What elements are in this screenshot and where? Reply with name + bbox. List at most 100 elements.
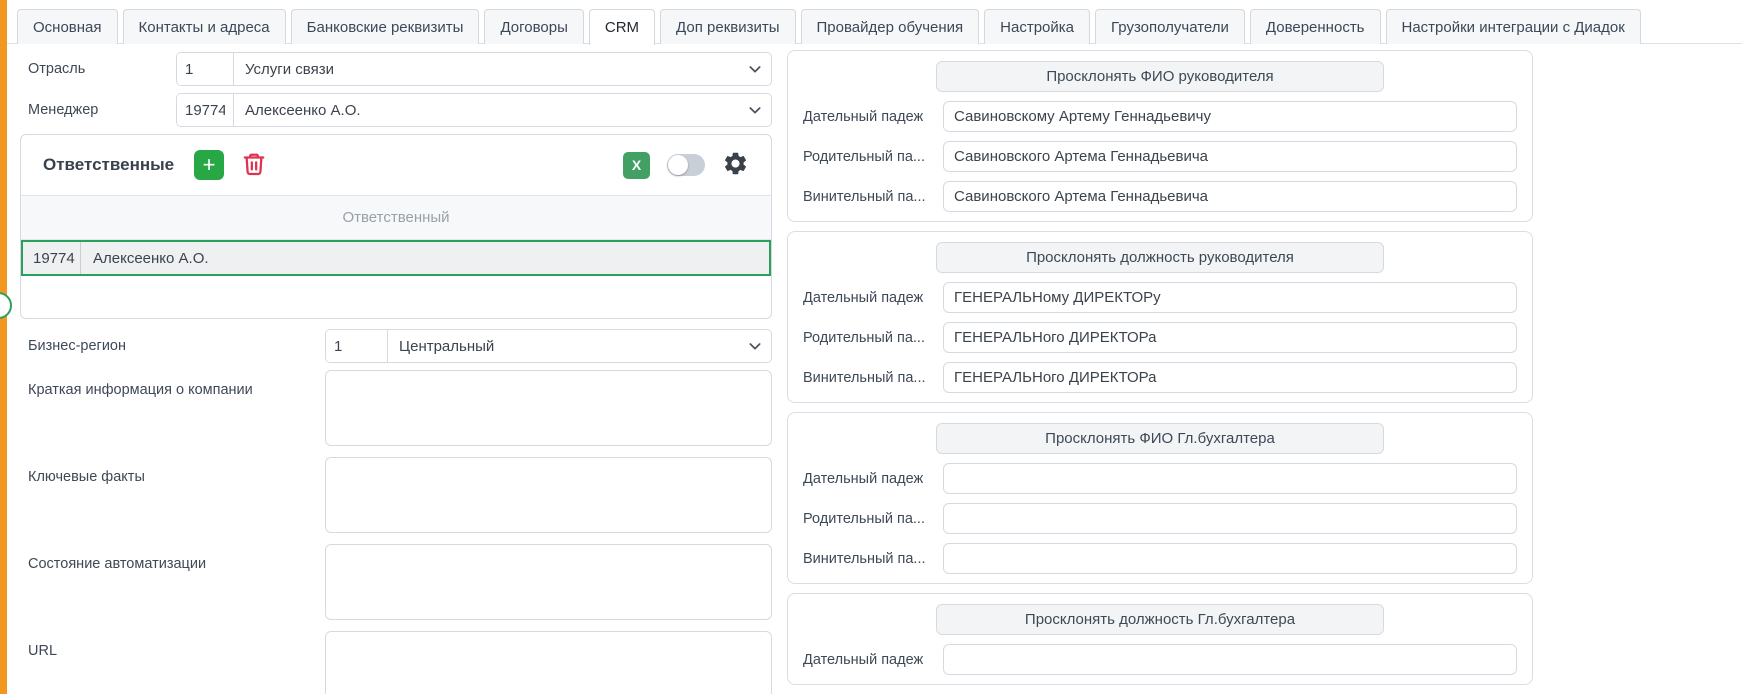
decline-button[interactable]: Просклонять ФИО Гл.бухгалтера [936, 423, 1384, 454]
crm-page: ОсновнаяКонтакты и адресаБанковские рекв… [0, 0, 1742, 694]
industry-label: Отрасль [20, 61, 176, 77]
key-facts-textarea[interactable] [325, 457, 772, 533]
industry-row: Отрасль Услуги связи [20, 52, 772, 86]
automation-state-row: Состояние автоматизации [20, 544, 772, 620]
responsible-id-cell: 19774 [23, 242, 81, 274]
manager-value: Алексеенко А.О. [234, 102, 739, 119]
industry-combobox[interactable]: Услуги связи [176, 52, 772, 86]
case-value-input[interactable] [943, 503, 1517, 534]
url-row: URL [20, 631, 772, 694]
left-accent-bar [0, 0, 7, 694]
business-region-value: Центральный [388, 338, 739, 355]
company-info-label: Краткая информация о компании [20, 370, 325, 398]
case-field-row: Винительный па... [803, 362, 1517, 393]
case-field-row: Дательный падеж [803, 463, 1517, 494]
key-facts-label: Ключевые факты [20, 457, 325, 485]
manager-code-input[interactable] [177, 94, 234, 126]
case-value-input[interactable] [943, 181, 1517, 212]
responsibles-panel: Ответственные + X [20, 134, 772, 319]
url-label: URL [20, 631, 325, 659]
crm-form-left: Отрасль Услуги связи Менеджер Алексеенко… [20, 50, 772, 694]
case-field-row: Родительный па... [803, 503, 1517, 534]
tab-5[interactable]: Доп реквизиты [660, 9, 795, 44]
tab-7[interactable]: Настройка [984, 9, 1090, 44]
sidebar-handle-button[interactable] [0, 292, 12, 319]
decline-button[interactable]: Просклонять должность Гл.бухгалтера [936, 604, 1384, 635]
automation-state-label: Состояние автоматизации [20, 544, 325, 572]
tab-0[interactable]: Основная [17, 9, 118, 44]
tab-bar: ОсновнаяКонтакты и адресаБанковские рекв… [17, 9, 1641, 44]
case-value-input[interactable] [943, 644, 1517, 675]
delete-responsible-button[interactable] [241, 151, 267, 180]
case-label: Родительный па... [803, 330, 943, 346]
tab-8[interactable]: Грузополучатели [1095, 9, 1245, 44]
tab-9[interactable]: Доверенность [1250, 9, 1381, 44]
responsible-name-cell: Алексеенко А.О. [81, 242, 209, 274]
toggle-knob [668, 155, 688, 175]
chevron-down-icon[interactable] [739, 61, 771, 77]
decline-button[interactable]: Просклонять ФИО руководителя [936, 61, 1384, 92]
case-field-row: Родительный па... [803, 322, 1517, 353]
tab-1[interactable]: Контакты и адреса [123, 9, 286, 44]
declension-groups: Просклонять ФИО руководителя Дательный па… [787, 48, 1533, 694]
declension-group-1: Просклонять должность руководителя Датель… [787, 231, 1533, 403]
business-region-combobox[interactable]: Центральный [325, 329, 772, 363]
industry-code-input[interactable] [177, 53, 234, 85]
manager-combobox[interactable]: Алексеенко А.О. [176, 93, 772, 127]
responsible-column-header: Ответственный [21, 195, 771, 240]
add-responsible-button[interactable]: + [194, 150, 224, 180]
panel-settings-button[interactable] [722, 150, 749, 180]
chevron-down-icon[interactable] [739, 102, 771, 118]
tab-6[interactable]: Провайдер обучения [801, 9, 980, 44]
declension-group-2: Просклонять ФИО Гл.бухгалтера Дательный п… [787, 412, 1533, 584]
chevron-down-icon[interactable] [739, 338, 771, 354]
responsibles-title: Ответственные [43, 155, 174, 175]
case-label: Дательный падеж [803, 290, 943, 306]
excel-export-button[interactable]: X [623, 152, 650, 179]
case-label: Родительный па... [803, 511, 943, 527]
company-info-row: Краткая информация о компании [20, 370, 772, 446]
case-value-input[interactable] [943, 282, 1517, 313]
manager-row: Менеджер Алексеенко А.О. [20, 93, 772, 127]
tab-4[interactable]: CRM [589, 9, 655, 45]
panel-toggle-switch[interactable] [667, 154, 705, 176]
tab-3[interactable]: Договоры [484, 9, 583, 44]
trash-icon [241, 151, 267, 180]
tab-2[interactable]: Банковские реквизиты [291, 9, 480, 44]
business-region-row: Бизнес-регион Центральный [20, 329, 772, 363]
case-value-input[interactable] [943, 543, 1517, 574]
case-field-row: Родительный па... [803, 141, 1517, 172]
case-value-input[interactable] [943, 322, 1517, 353]
case-field-row: Дательный падеж [803, 101, 1517, 132]
responsibles-empty-area [21, 276, 771, 318]
key-facts-row: Ключевые факты [20, 457, 772, 533]
company-info-textarea[interactable] [325, 370, 772, 446]
case-label: Родительный па... [803, 149, 943, 165]
case-label: Винительный па... [803, 189, 943, 205]
business-region-code-input[interactable] [326, 330, 388, 362]
case-value-input[interactable] [943, 362, 1517, 393]
case-label: Винительный па... [803, 551, 943, 567]
case-label: Винительный па... [803, 370, 943, 386]
case-label: Дательный падеж [803, 652, 943, 668]
excel-icon: X [632, 157, 641, 173]
case-label: Дательный падеж [803, 109, 943, 125]
plus-icon: + [203, 154, 216, 176]
tab-10[interactable]: Настройки интеграции с Диадок [1386, 9, 1641, 44]
case-field-row: Винительный па... [803, 181, 1517, 212]
case-value-input[interactable] [943, 101, 1517, 132]
responsible-table-row[interactable]: 19774 Алексеенко А.О. [21, 240, 771, 276]
industry-value: Услуги связи [234, 61, 739, 78]
gear-icon [722, 150, 749, 180]
responsibles-panel-header: Ответственные + X [21, 135, 771, 195]
case-label: Дательный падеж [803, 471, 943, 487]
declension-group-0: Просклонять ФИО руководителя Дательный па… [787, 50, 1533, 222]
case-value-input[interactable] [943, 463, 1517, 494]
case-field-row: Дательный падеж [803, 282, 1517, 313]
automation-state-textarea[interactable] [325, 544, 772, 620]
case-field-row: Винительный па... [803, 543, 1517, 574]
decline-button[interactable]: Просклонять должность руководителя [936, 242, 1384, 273]
case-value-input[interactable] [943, 141, 1517, 172]
url-textarea[interactable] [325, 631, 772, 694]
business-region-label: Бизнес-регион [20, 338, 325, 354]
